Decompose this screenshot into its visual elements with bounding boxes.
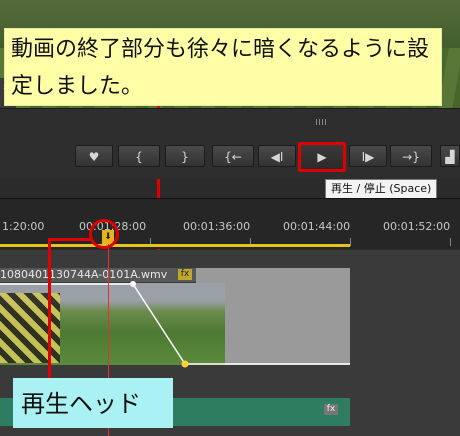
mark-out-button[interactable]: }: [165, 145, 205, 167]
play-icon: ▶: [317, 150, 327, 164]
step-back-button[interactable]: ◀I: [258, 145, 296, 167]
step-back-icon: ◀I: [270, 150, 284, 164]
step-forward-button[interactable]: I▶: [349, 145, 387, 167]
add-marker-button[interactable]: ♥: [75, 145, 113, 167]
playhead-highlight-circle: [89, 219, 119, 249]
annotation-callout-top: 動画の終了部分も徐々に暗くなるように設定しました。: [4, 28, 442, 106]
extra-control-button[interactable]: ▟: [440, 145, 460, 167]
marker-icon: ♥: [88, 150, 100, 164]
callout-bottom-connector: [48, 238, 92, 241]
callout-bottom-connector: [48, 238, 51, 380]
ruler-timecode: 00:01:36:00: [183, 220, 251, 233]
grip-dots-icon: [316, 119, 328, 125]
keyframe-point[interactable]: [181, 360, 189, 368]
step-forward-icon: I▶: [361, 150, 375, 164]
ruler-timecode: 00:01:52:00: [383, 220, 451, 233]
mark-out-icon: }: [181, 150, 189, 164]
extra-control-icon: ▟: [445, 150, 455, 164]
go-to-out-icon: →}: [402, 150, 420, 164]
go-to-in-icon: {←: [224, 150, 242, 164]
ruler-tick: [450, 238, 451, 246]
keyframe-point[interactable]: [130, 281, 136, 287]
mark-in-icon: {: [135, 150, 143, 164]
go-to-in-button[interactable]: {←: [212, 145, 254, 167]
ruler-tick: [350, 238, 351, 246]
play-stop-button[interactable]: ▶: [298, 142, 346, 172]
play-tooltip: 再生 / 停止 (Space): [325, 179, 438, 199]
go-to-out-button[interactable]: →}: [390, 145, 432, 167]
track-fx-badge[interactable]: fx: [324, 404, 338, 415]
ruler-timecode: 00:01:44:00: [283, 220, 351, 233]
work-area-bar[interactable]: [0, 244, 350, 247]
ruler-timecode: 1:20:00: [2, 220, 45, 233]
fade-keyframe-graph[interactable]: [0, 270, 350, 370]
playback-controls-bar: [0, 108, 460, 179]
mark-in-button[interactable]: {: [118, 145, 160, 167]
annotation-callout-playhead: 再生ヘッド: [13, 378, 173, 428]
